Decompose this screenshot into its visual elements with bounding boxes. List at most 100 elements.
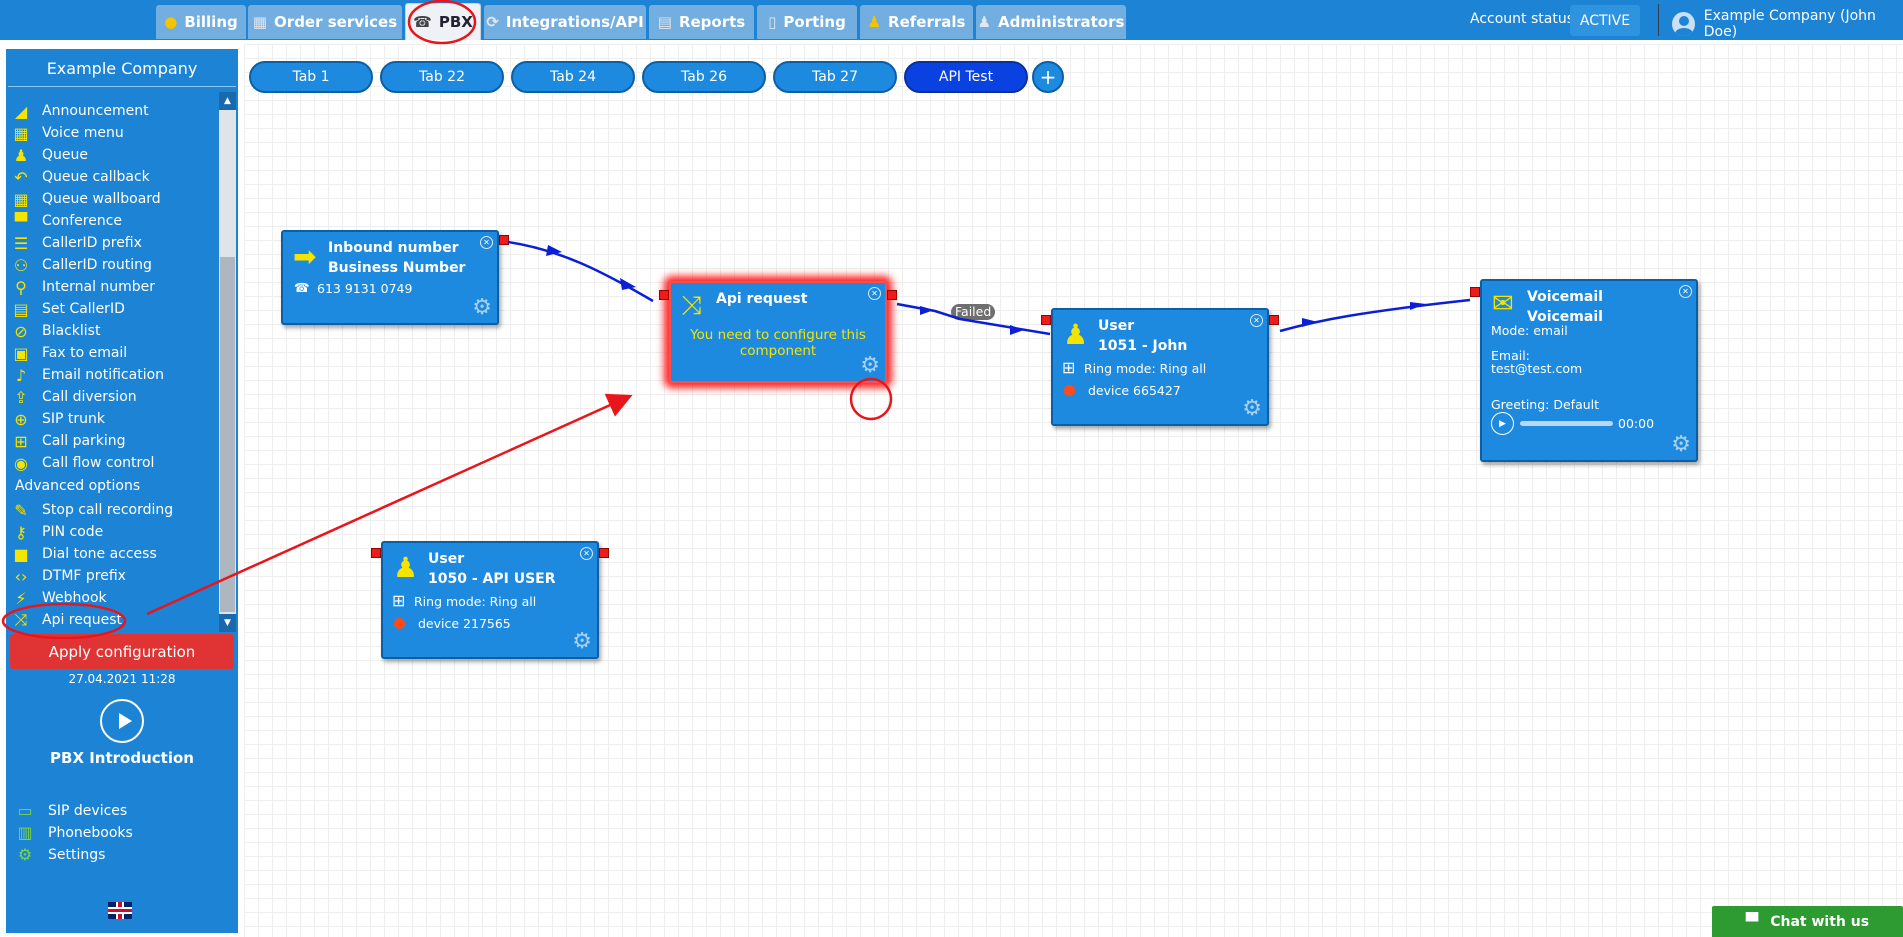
sidebar: Example Company ◢ Announcement ▦ Voice men… [6, 49, 238, 933]
scroll-down-arrow-icon[interactable]: ▼ [219, 614, 236, 632]
play-icon[interactable]: ▶ [1491, 412, 1514, 435]
api-request-node[interactable]: ⤨ Api request ✕ You need to configure th… [669, 281, 887, 383]
component-pin-code[interactable]: ⚷ PIN code [10, 522, 103, 542]
plus-icon[interactable]: + [1032, 61, 1064, 93]
close-icon[interactable]: ✕ [1250, 314, 1263, 327]
component-queue[interactable]: ♟ Queue [10, 145, 88, 165]
component-sip-trunk[interactable]: ⊕ SIP trunk [10, 409, 105, 429]
component-dtmf-prefix[interactable]: ‹› DTMF prefix [10, 566, 126, 586]
component-voice-menu[interactable]: ▦ Voice menu [10, 123, 123, 143]
user-menu[interactable]: Example Company (John Doe) [1672, 8, 1903, 40]
pin-icon: ⚲ [15, 277, 27, 297]
link-phonebooks[interactable]: ▥ Phonebooks [14, 823, 132, 842]
component-call-diversion[interactable]: ⇪ Call diversion [10, 387, 136, 407]
gear-icon[interactable]: ⚙ [472, 297, 492, 319]
component-fax-to-email[interactable]: ▣ Fax to email [10, 343, 127, 363]
node-subtitle: 1051 - John [1098, 338, 1188, 354]
flow-tab-active[interactable]: API Test [904, 61, 1028, 93]
integration-icon: ⟳ [486, 13, 499, 31]
megaphone-icon: ◢ [14, 101, 28, 121]
gear-icon[interactable]: ⚙ [572, 631, 592, 653]
ring-mode: Ring mode: Ring all [414, 594, 537, 609]
call-flow-canvas[interactable]: Tab 1 Tab 22 Tab 24 Tab 26 Tab 27 API Te… [244, 44, 1903, 937]
greeting-progress-bar[interactable] [1520, 421, 1613, 426]
input-port[interactable] [1041, 315, 1051, 325]
component-callerid-prefix[interactable]: ☰ CallerID prefix [10, 233, 142, 253]
tab-integrations-api[interactable]: ⟳ Integrations/API [484, 5, 646, 39]
input-port[interactable] [371, 548, 381, 558]
link-settings[interactable]: ⚙ Settings [14, 845, 106, 864]
component-call-flow-control[interactable]: ◉ Call flow control [10, 453, 154, 473]
component-api-request[interactable]: ⤨ Api request [10, 610, 122, 630]
divider [8, 86, 236, 87]
play-icon[interactable] [100, 699, 144, 743]
email-value: test@test.com [1491, 361, 1583, 376]
component-queue-wallboard[interactable]: ▦ Queue wallboard [10, 189, 160, 209]
tab-administrators[interactable]: ♟ Administrators [976, 5, 1126, 39]
link-sip-devices[interactable]: ▭ SIP devices [14, 801, 127, 820]
tab-billing[interactable]: ● Billing [156, 5, 246, 39]
component-conference[interactable]: ▀ Conference [10, 211, 122, 231]
flow-tab[interactable]: Tab 27 [773, 61, 897, 93]
chat-icon: ▀ [1745, 912, 1759, 931]
chat-with-us-button[interactable]: ▀ Chat with us [1712, 906, 1903, 937]
scroll-up-arrow-icon[interactable]: ▲ [219, 92, 236, 110]
gear-icon[interactable]: ⚙ [1242, 398, 1262, 420]
ring-mode-icon: ⊞ [392, 591, 406, 610]
status-dot [1064, 384, 1075, 399]
monitor-icon: ▭ [17, 801, 33, 820]
component-dial-tone-access[interactable]: ■ Dial tone access [10, 544, 156, 564]
component-stop-call-recording[interactable]: ✎ Stop call recording [10, 500, 173, 520]
component-email-notification[interactable]: ♪ Email notification [10, 365, 164, 385]
company-name: Example Company [46, 59, 198, 78]
inbound-number-node[interactable]: ➡ Inbound number Business Number ✕ ☎ 613 … [281, 230, 499, 325]
cart-icon: ▦ [252, 13, 268, 31]
tab-reports[interactable]: ▤ Reports [649, 5, 754, 39]
flow-tab[interactable]: Tab 26 [642, 61, 766, 93]
gear-icon: ⚙ [17, 845, 33, 864]
component-internal-number[interactable]: ⚲ Internal number [10, 277, 155, 297]
tab-pbx[interactable]: ☎ PBX [405, 3, 481, 40]
output-port[interactable] [499, 235, 509, 245]
lock-icon: ■ [13, 544, 29, 564]
user-node-api-user[interactable]: ♟ User 1050 - API USER ✕ ⊞ Ring mode: Rin… [381, 541, 599, 659]
input-port[interactable] [659, 290, 669, 300]
coins-icon: ● [164, 13, 178, 31]
scrollbar-thumb[interactable] [220, 257, 235, 612]
close-icon[interactable]: ✕ [868, 287, 881, 300]
voicemail-node[interactable]: ✉ Voicemail Voicemail ✕ Mode: email Email… [1480, 279, 1698, 462]
output-port[interactable] [1269, 315, 1279, 325]
component-set-callerid[interactable]: ▤ Set CallerID [10, 299, 124, 319]
node-title: Inbound number [328, 240, 459, 256]
sidebar-scrollbar[interactable]: ▲ ▼ [219, 92, 236, 632]
output-port[interactable] [599, 548, 609, 558]
tab-order-services[interactable]: ▦ Order services [248, 5, 402, 39]
gear-icon[interactable]: ⚙ [1671, 434, 1691, 456]
tab-porting[interactable]: ▯ Porting [757, 5, 857, 39]
flow-tab[interactable]: Tab 22 [380, 61, 504, 93]
component-call-parking[interactable]: ⊞ Call parking [10, 431, 125, 451]
pbx-introduction-link[interactable]: PBX Introduction [6, 749, 238, 767]
component-queue-callback[interactable]: ↶ Queue callback [10, 167, 149, 187]
close-icon[interactable]: ✕ [480, 236, 493, 249]
device-name: device 217565 [418, 616, 511, 631]
output-port[interactable] [887, 290, 897, 300]
input-port[interactable] [1470, 287, 1480, 297]
apply-configuration-button[interactable]: Apply configuration [10, 634, 234, 669]
flow-tab[interactable]: Tab 1 [249, 61, 373, 93]
user-node-john[interactable]: ♟ User 1051 - John ✕ ⊞ Ring mode: Ring al… [1051, 308, 1269, 426]
tab-referrals[interactable]: ♟ Referrals [860, 5, 973, 39]
close-icon[interactable]: ✕ [1679, 285, 1692, 298]
component-blacklist[interactable]: ⊘ Blacklist [10, 321, 100, 341]
uk-flag-icon[interactable] [108, 902, 132, 919]
flow-tab[interactable]: Tab 24 [511, 61, 635, 93]
toggle-icon: ◉ [14, 453, 28, 473]
component-list[interactable]: ◢ Announcement ▦ Voice menu ♟ Queue ↶ Queue … [10, 92, 220, 670]
node-title: User [428, 551, 465, 567]
component-announcement[interactable]: ◢ Announcement [10, 101, 149, 121]
gear-icon[interactable]: ⚙ [860, 355, 880, 377]
close-icon[interactable]: ✕ [580, 547, 593, 560]
advanced-options-heading: Advanced options [15, 478, 141, 494]
component-webhook[interactable]: ⚡ Webhook [10, 588, 106, 608]
component-callerid-routing[interactable]: ⚇ CallerID routing [10, 255, 152, 275]
